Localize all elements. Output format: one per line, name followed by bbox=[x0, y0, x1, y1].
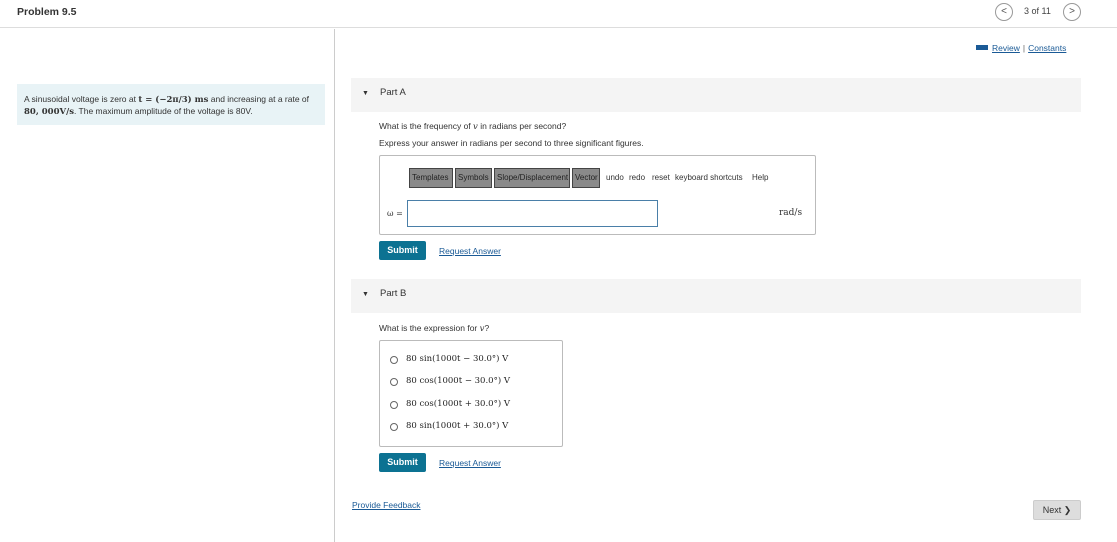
problem-text-3: . The maximum amplitude of the voltage i… bbox=[73, 106, 253, 116]
reset-button[interactable]: reset bbox=[652, 173, 670, 182]
problem-statement: A sinusoidal voltage is zero at t = (−2π… bbox=[17, 84, 325, 125]
part-a-submit-button[interactable]: Submit bbox=[379, 241, 426, 260]
part-a-question-pre: What is the frequency of bbox=[379, 121, 474, 131]
page-count: 3 of 11 bbox=[1024, 6, 1051, 16]
problem-text-1: A sinusoidal voltage is zero at bbox=[24, 94, 139, 104]
frequency-answer-input[interactable] bbox=[407, 200, 658, 227]
part-a-instruction: Express your answer in radians per secon… bbox=[379, 138, 644, 148]
chevron-left-icon[interactable]: < bbox=[995, 3, 1013, 21]
constants-link[interactable]: Constants bbox=[1028, 43, 1066, 53]
redo-button[interactable]: redo bbox=[629, 173, 645, 182]
collapse-triangle-icon[interactable]: ▼ bbox=[362, 90, 369, 97]
slope-displacement-button[interactable]: Slope/Displacement bbox=[494, 168, 570, 188]
templates-button[interactable]: Templates bbox=[409, 168, 453, 188]
choice-label: 80 sin(1000t − 30.0°) V bbox=[406, 354, 509, 364]
part-b-request-answer-link[interactable]: Request Answer bbox=[439, 458, 501, 468]
radio-button[interactable] bbox=[390, 401, 398, 409]
part-a-request-answer-link[interactable]: Request Answer bbox=[439, 246, 501, 256]
part-b-question-post: ? bbox=[484, 323, 490, 333]
review-icon bbox=[976, 45, 988, 50]
problem-rate: 80, 000V/s bbox=[24, 107, 74, 117]
part-a-label: Part A bbox=[380, 87, 406, 98]
choice-label: 80 cos(1000t − 30.0°) V bbox=[406, 376, 510, 386]
part-b-label: Part B bbox=[380, 288, 407, 299]
part-b-submit-button[interactable]: Submit bbox=[379, 453, 426, 472]
review-link[interactable]: Review bbox=[992, 43, 1020, 53]
part-a-question: What is the frequency of v in radians pe… bbox=[379, 121, 566, 132]
choice-label: 80 sin(1000t + 30.0°) V bbox=[406, 421, 509, 431]
part-b-question: What is the expression for v? bbox=[379, 323, 489, 334]
radio-button[interactable] bbox=[390, 356, 398, 364]
chevron-right-icon[interactable]: > bbox=[1063, 3, 1081, 21]
part-b-question-pre: What is the expression for bbox=[379, 323, 480, 333]
undo-button[interactable]: undo bbox=[606, 173, 624, 182]
part-b-header[interactable]: ▼ Part B bbox=[351, 279, 1081, 313]
radio-button[interactable] bbox=[390, 423, 398, 431]
answer-label: ω = bbox=[387, 209, 403, 218]
link-separator: | bbox=[1022, 43, 1026, 53]
part-a-header[interactable]: ▼ Part A bbox=[351, 78, 1081, 112]
collapse-triangle-icon[interactable]: ▼ bbox=[362, 291, 369, 298]
problem-time-expr: t = (−2π/3) ms bbox=[138, 95, 209, 105]
vector-button[interactable]: Vector bbox=[572, 168, 600, 188]
choice-label: 80 cos(1000t + 30.0°) V bbox=[406, 399, 510, 409]
keyboard-shortcuts-button[interactable]: keyboard shortcuts bbox=[675, 173, 743, 182]
problem-title: Problem 9.5 bbox=[17, 6, 77, 18]
answer-unit: rad/s bbox=[779, 208, 803, 218]
symbols-button[interactable]: Symbols bbox=[455, 168, 492, 188]
radio-button[interactable] bbox=[390, 378, 398, 386]
next-button[interactable]: Next ❯ bbox=[1033, 500, 1081, 520]
provide-feedback-link[interactable]: Provide Feedback bbox=[352, 500, 421, 510]
problem-text-2: and increasing at a rate of bbox=[208, 94, 310, 104]
resource-links: Review | Constants bbox=[976, 43, 1066, 53]
top-bar: Problem 9.5 < 3 of 11 > bbox=[0, 0, 1117, 28]
help-button[interactable]: Help bbox=[752, 173, 768, 182]
part-a-question-post: in radians per second? bbox=[477, 121, 567, 131]
